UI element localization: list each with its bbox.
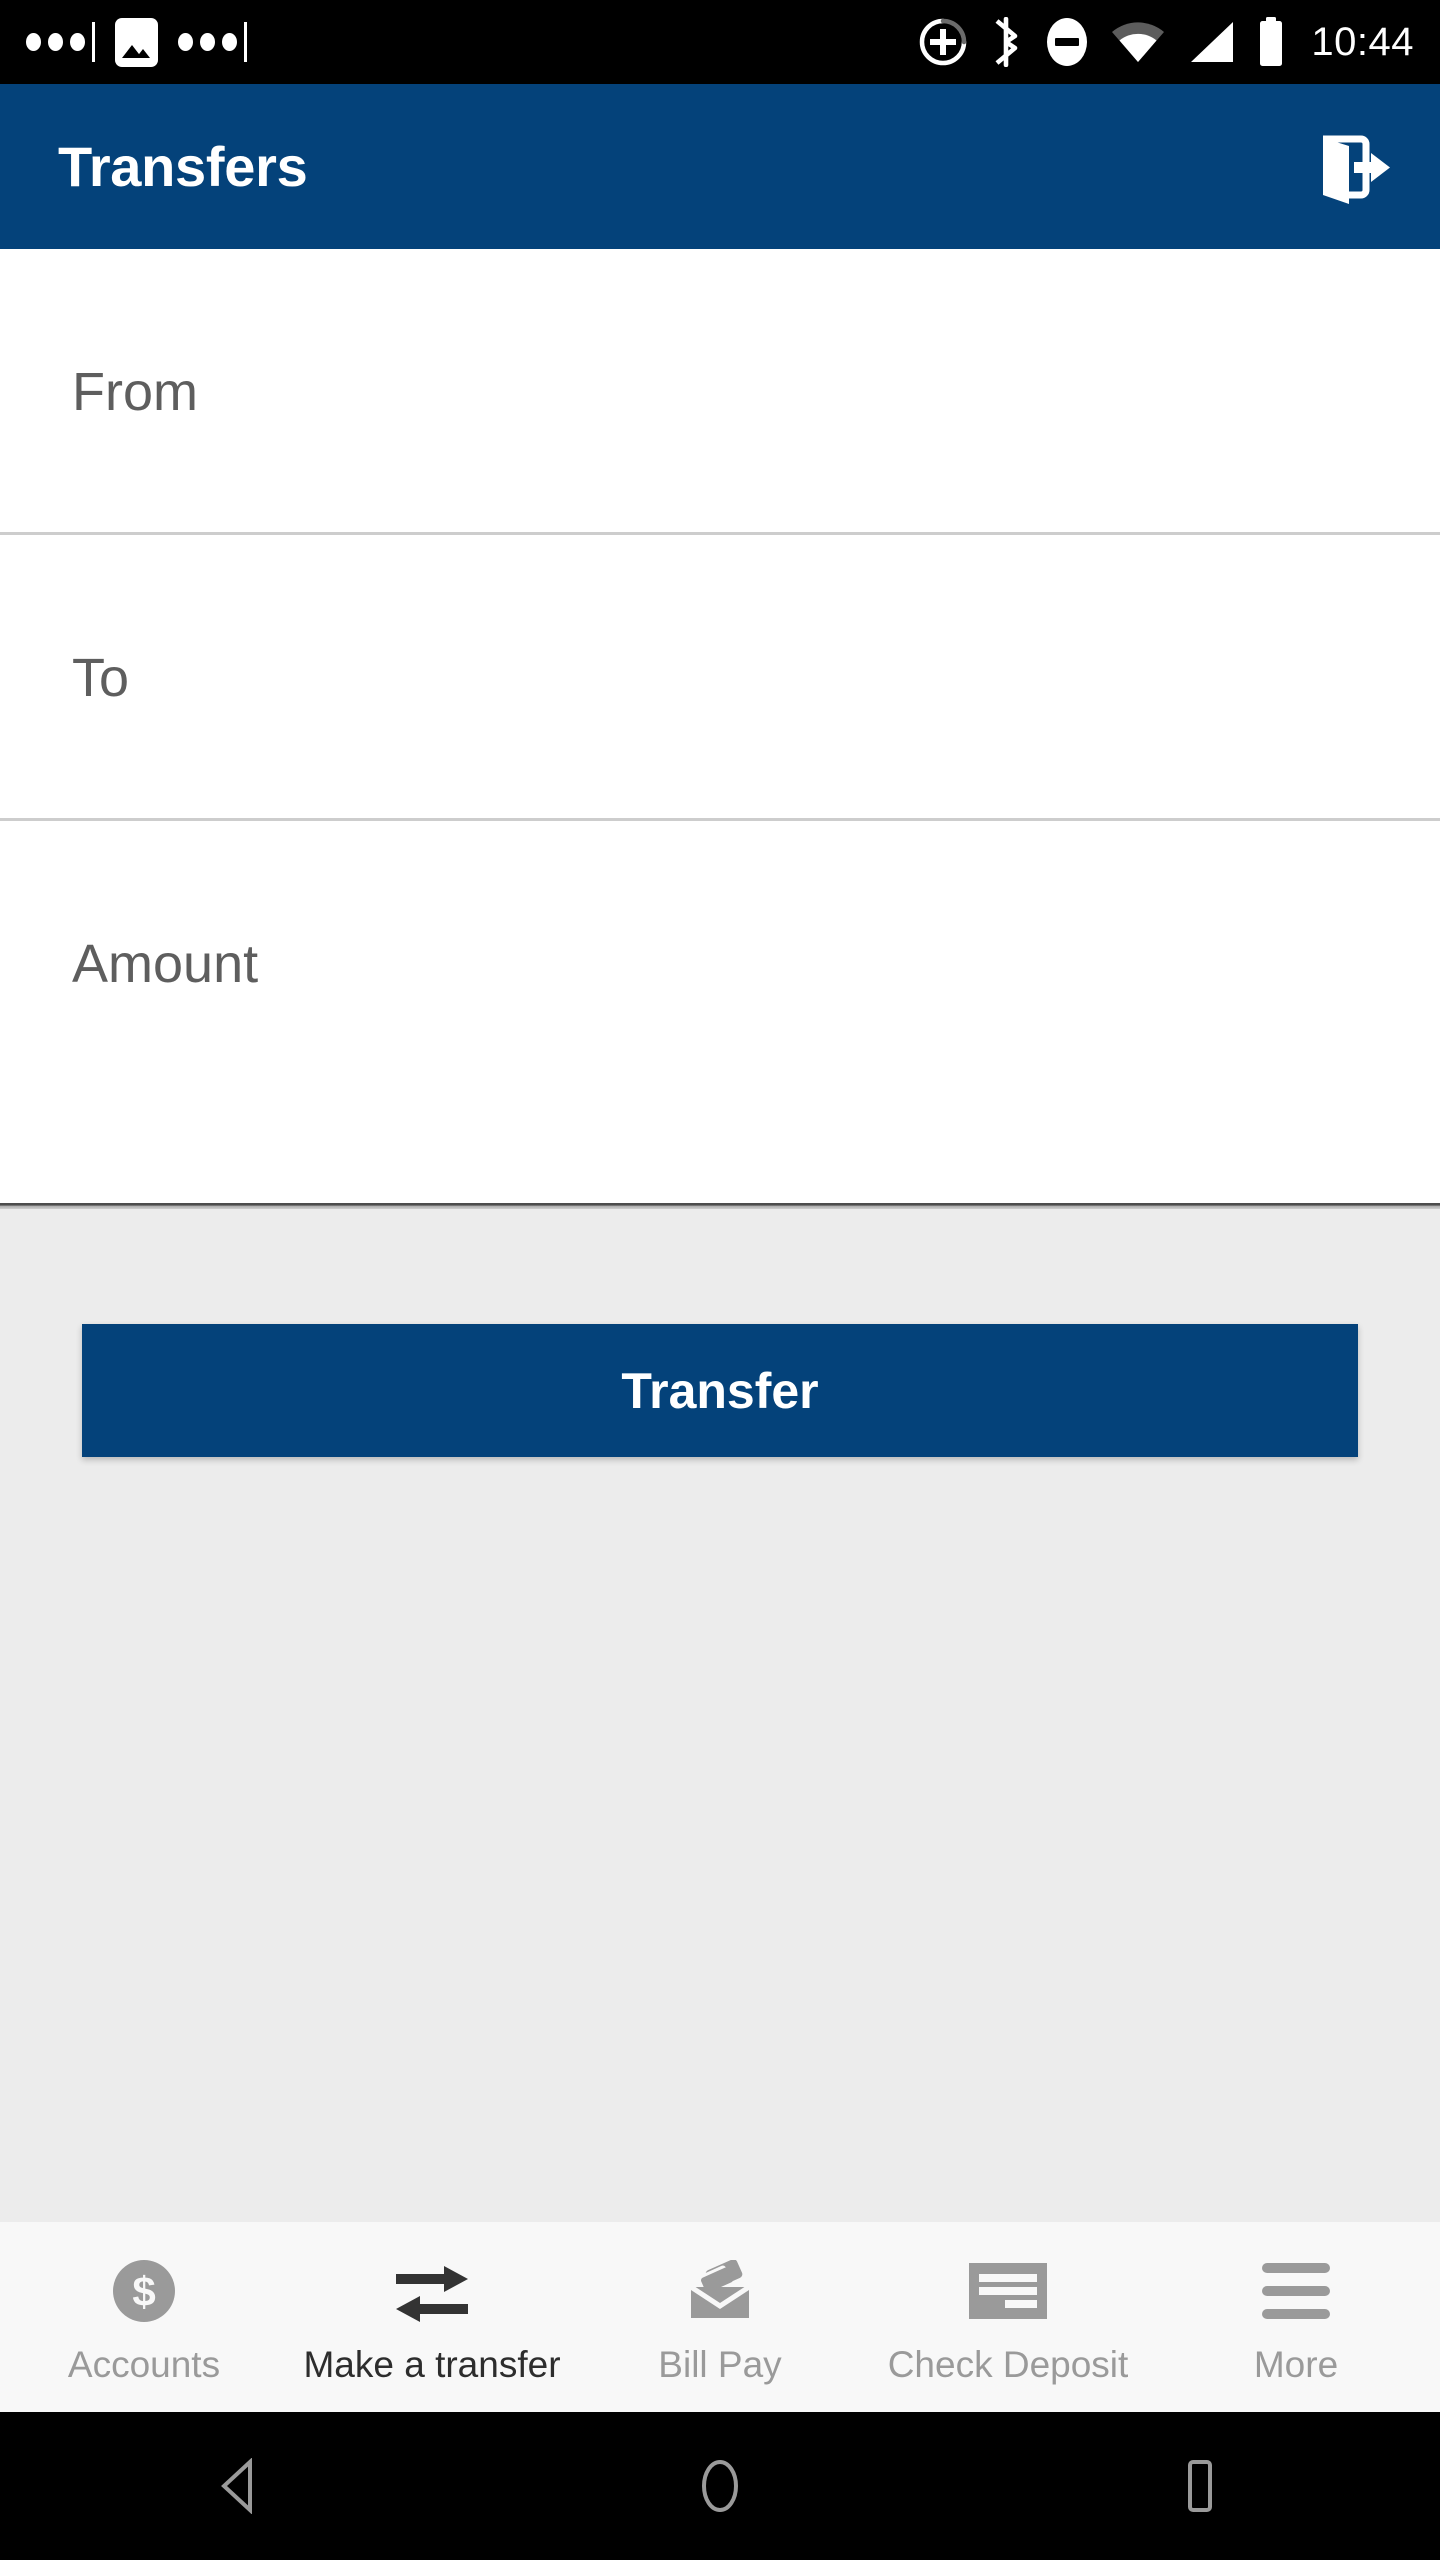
to-field-placeholder: To: [72, 648, 130, 708]
amount-field[interactable]: Amount: [0, 821, 1440, 1107]
tab-make-a-transfer-label: Make a transfer: [303, 2344, 561, 2385]
do-not-disturb-icon: [1047, 18, 1088, 66]
bottom-tab-bar: $ Accounts Make a transfer Bill Pay Chec…: [0, 2222, 1440, 2412]
from-field[interactable]: From: [0, 249, 1440, 535]
status-bar: 10:44: [0, 0, 1440, 84]
location-add-icon: [920, 18, 967, 66]
notification-divider: [92, 22, 95, 62]
cellular-signal-icon: [1191, 22, 1234, 62]
nav-back-button[interactable]: [0, 2458, 480, 2514]
notification-divider-2: [244, 22, 247, 62]
tab-more-label: More: [1253, 2344, 1339, 2385]
transfer-form: From To Amount: [0, 249, 1440, 1209]
from-field-placeholder: From: [72, 362, 198, 422]
system-navigation-bar: [0, 2412, 1440, 2560]
svg-text:$: $: [132, 2268, 155, 2315]
tab-bill-pay-label: Bill Pay: [658, 2344, 782, 2385]
status-bar-clock: 10:44: [1311, 19, 1414, 64]
tab-accounts-label: Accounts: [67, 2344, 221, 2385]
main-content: Transfer: [0, 1209, 1440, 2222]
notification-dots-left-icon: [26, 33, 85, 51]
to-field[interactable]: To: [0, 535, 1440, 821]
recents-square-icon: [1188, 2460, 1212, 2512]
phone-screen: 10:44 Transfers From To Amount Transfer: [0, 0, 1440, 2560]
amount-field-placeholder: Amount: [72, 934, 259, 994]
check-icon: [969, 2254, 1047, 2328]
envelope-cards-icon: [685, 2254, 755, 2328]
tab-accounts[interactable]: $ Accounts: [0, 2222, 288, 2412]
home-circle-icon: [702, 2460, 738, 2512]
transfer-arrows-icon: [392, 2254, 472, 2328]
nav-recents-button[interactable]: [960, 2458, 1440, 2514]
tab-make-a-transfer[interactable]: Make a transfer: [288, 2222, 576, 2412]
tab-check-deposit[interactable]: Check Deposit: [864, 2222, 1152, 2412]
logout-button[interactable]: [1296, 112, 1406, 222]
transfer-button[interactable]: Transfer: [82, 1324, 1358, 1457]
wifi-icon: [1112, 22, 1165, 62]
page-title: Transfers: [58, 135, 308, 198]
back-triangle-icon: [221, 2458, 252, 2514]
status-bar-notifications: [26, 17, 919, 67]
nav-home-button[interactable]: [480, 2458, 960, 2514]
bluetooth-icon: [995, 17, 1018, 67]
battery-icon: [1260, 17, 1283, 66]
tab-bill-pay[interactable]: Bill Pay: [576, 2222, 864, 2412]
hamburger-menu-icon: [1262, 2254, 1330, 2328]
app-header: Transfers: [0, 84, 1440, 249]
image-icon: [115, 17, 158, 67]
dollar-circle-icon: $: [111, 2254, 177, 2328]
logout-door-arrow-icon: [1323, 135, 1390, 204]
tab-check-deposit-label: Check Deposit: [887, 2344, 1129, 2385]
status-bar-system-icons: 10:44: [919, 16, 1414, 68]
tab-more[interactable]: More: [1152, 2222, 1440, 2412]
form-section-divider: [0, 1203, 1440, 1209]
notification-dots-right-icon: [178, 33, 237, 51]
